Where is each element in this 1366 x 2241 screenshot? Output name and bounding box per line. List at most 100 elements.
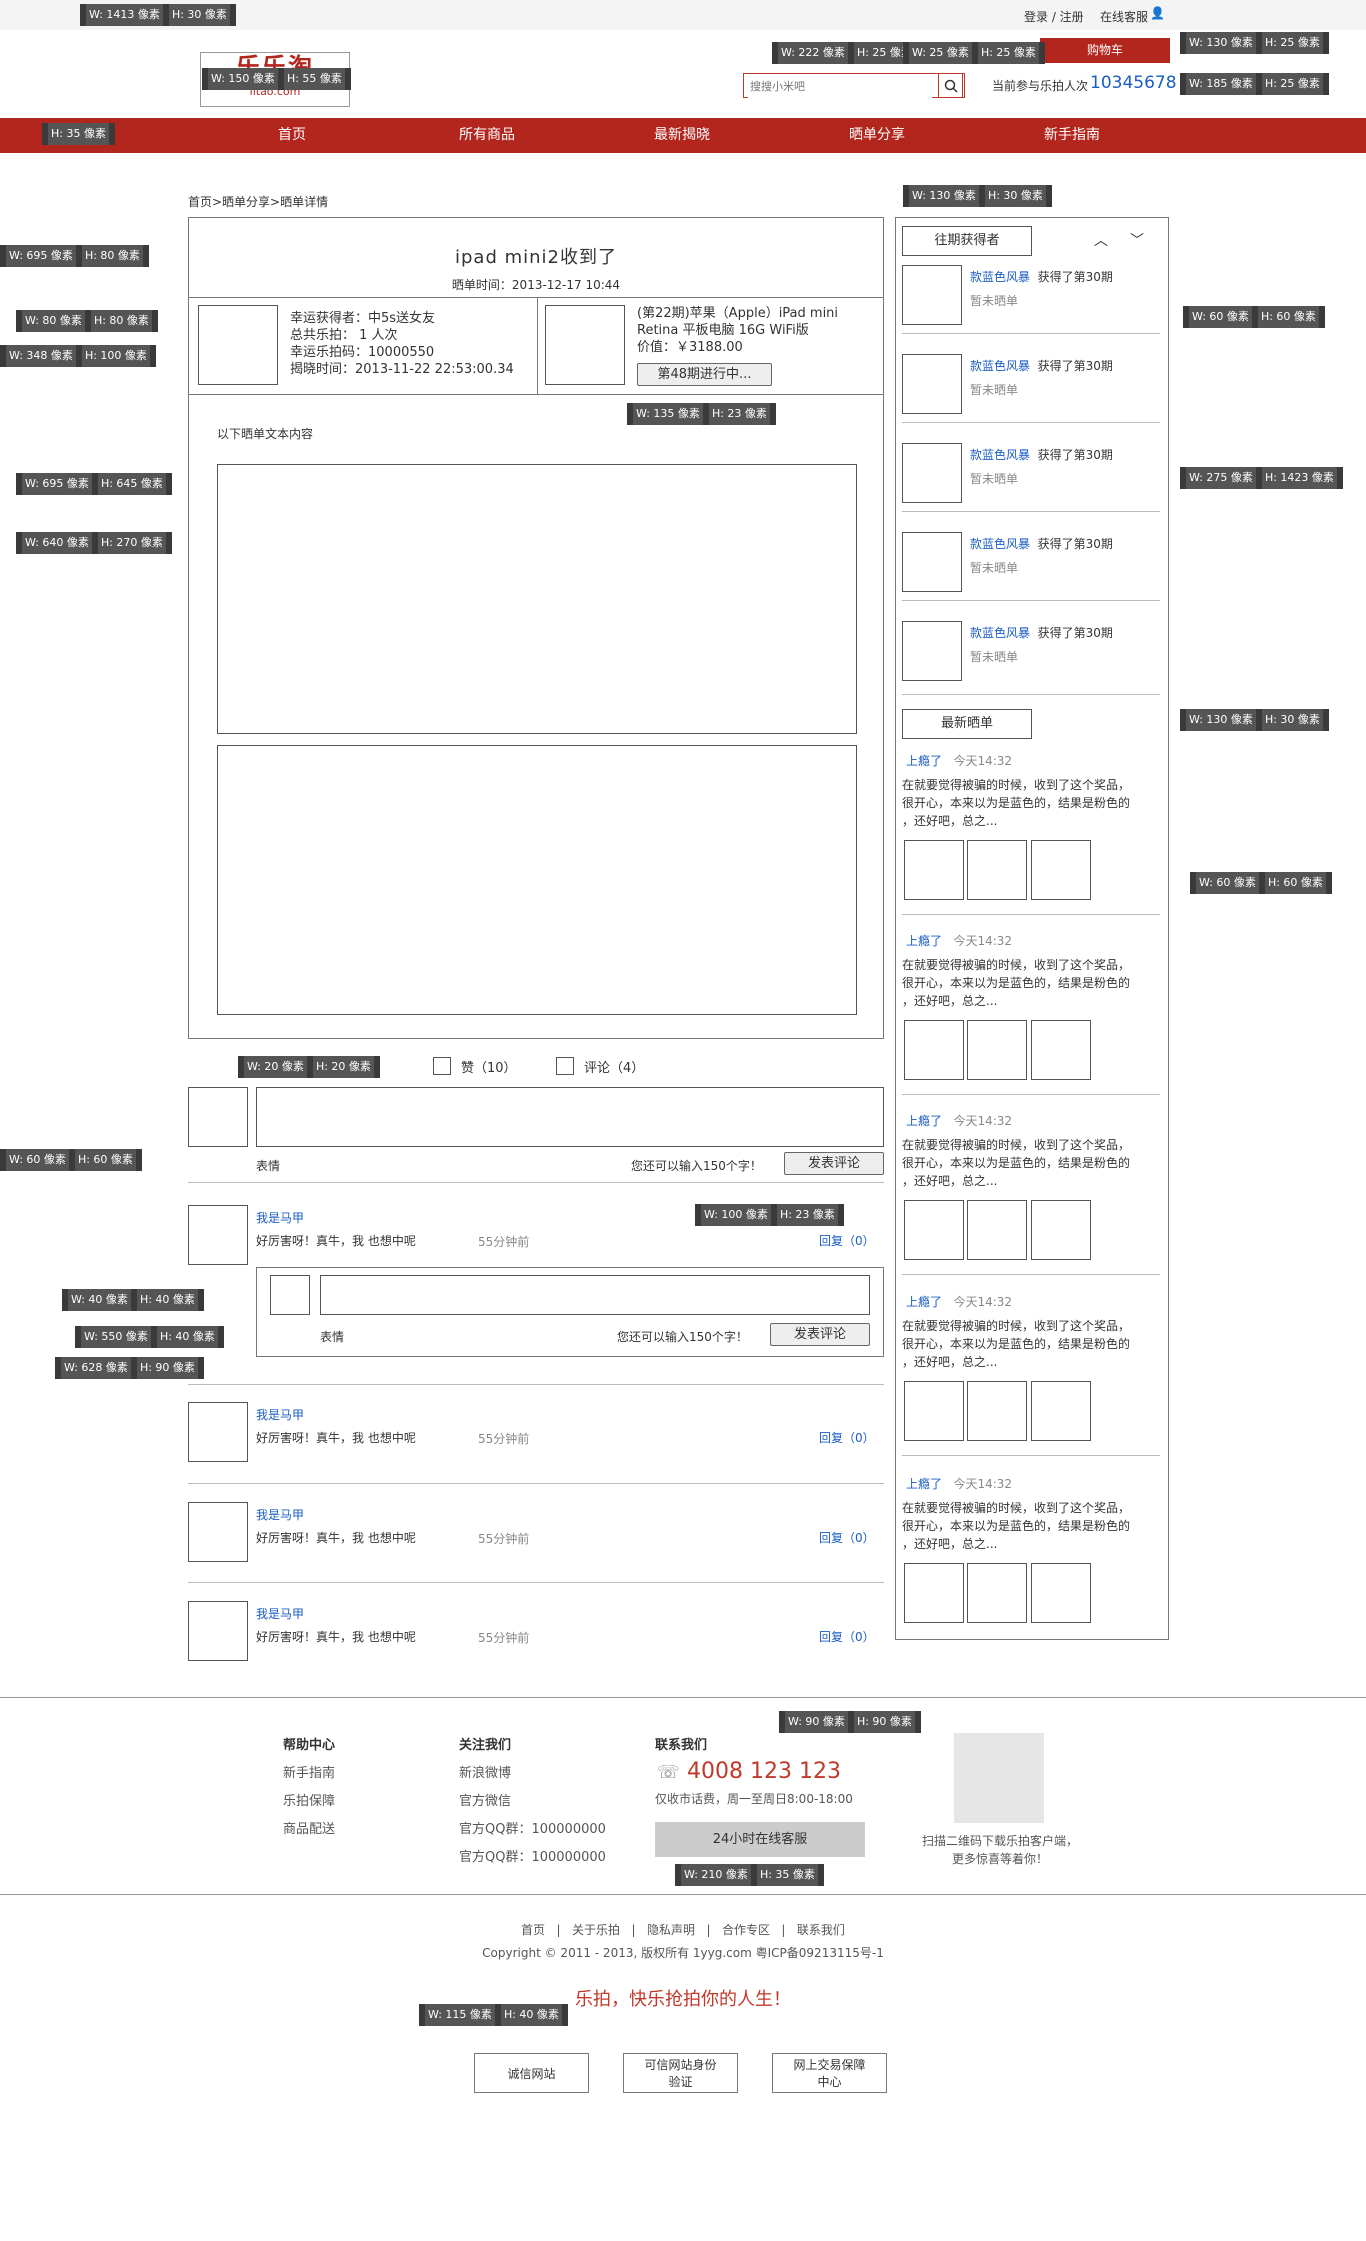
share-image[interactable] [904, 1020, 964, 1080]
online-service-link[interactable]: 在线客服 [1100, 8, 1148, 25]
reply-link[interactable]: 回复（0） [819, 1529, 875, 1546]
footer-link[interactable]: 官方QQ群：100000000 [459, 1818, 606, 1837]
comment-user[interactable]: 我是马甲 [256, 1506, 304, 1523]
comment-text: 好厉害呀！真牛，我 也想中呢 [256, 1630, 416, 1644]
bottom-link[interactable]: 联系我们 [797, 1923, 845, 1937]
comment-avatar[interactable] [188, 1502, 248, 1562]
reply-emoji-button[interactable]: 表情 [320, 1328, 344, 1345]
emoji-button[interactable]: 表情 [256, 1157, 280, 1174]
product-name[interactable]: (第22期)苹果（Apple）iPad mini Retina 平板电脑 16G… [637, 305, 857, 339]
chevron-up-icon[interactable]: ︿ [1094, 230, 1108, 250]
cart-button[interactable]: 购物车 [1040, 38, 1170, 63]
post-image-1[interactable] [217, 464, 857, 734]
footer-divider [0, 1697, 1366, 1698]
search-button[interactable] [938, 73, 963, 98]
past-winner-avatar[interactable] [902, 621, 962, 681]
trust-badge[interactable]: 诚信网站 [474, 2053, 589, 2093]
share-image[interactable] [1031, 1020, 1091, 1080]
share-image[interactable] [967, 1563, 1027, 1623]
share-image[interactable] [904, 1563, 964, 1623]
bottom-link[interactable]: 隐私声明 [647, 1923, 695, 1937]
nav-all-products[interactable]: 所有商品 [407, 118, 567, 153]
annotation-width: W: 222 像素 [778, 42, 848, 64]
comment-user[interactable]: 我是马甲 [256, 1406, 304, 1423]
past-winner-user[interactable]: 款蓝色风暴 [970, 359, 1030, 373]
bottom-link[interactable]: 首页 [521, 1923, 545, 1937]
divider [902, 511, 1160, 512]
winner-avatar[interactable] [198, 305, 278, 385]
comment-checkbox[interactable] [556, 1057, 574, 1075]
annotation-height: H: 60 像素 [74, 1149, 136, 1171]
comment-count[interactable]: 评论（4） [584, 1057, 644, 1076]
share-text: 在就要觉得被骗的时候，收到了这个奖品， 很开心，本来以为是蓝色的，结果是粉色的 ，还… [902, 776, 1164, 830]
nav-guide[interactable]: 新手指南 [992, 118, 1152, 153]
counter-label: 当前参与乐拍人次 [992, 79, 1089, 93]
product-image[interactable] [545, 305, 625, 385]
reply-link[interactable]: 回复（0） [819, 1429, 875, 1446]
share-image[interactable] [967, 840, 1027, 900]
like-checkbox[interactable] [433, 1057, 451, 1075]
share-user[interactable]: 上瘾了 [906, 934, 942, 948]
divider [188, 1582, 884, 1583]
comment-textarea[interactable] [256, 1087, 884, 1147]
search-input[interactable] [748, 75, 932, 98]
share-user[interactable]: 上瘾了 [906, 1477, 942, 1491]
footer-link[interactable]: 官方QQ群：100000000 [459, 1846, 606, 1865]
comment-avatar[interactable] [188, 1402, 248, 1462]
share-image[interactable] [904, 1200, 964, 1260]
post-image-2[interactable] [217, 745, 857, 1015]
footer-link[interactable]: 新浪微博 [459, 1762, 511, 1781]
like-count[interactable]: 赞（10） [461, 1057, 517, 1076]
bottom-link[interactable]: 关于乐拍 [572, 1923, 620, 1937]
submit-comment-button[interactable]: 发表评论 [784, 1152, 884, 1175]
reply-link[interactable]: 回复（0） [819, 1628, 875, 1645]
footer-link[interactable]: 乐拍保障 [283, 1790, 335, 1809]
comment-user[interactable]: 我是马甲 [256, 1209, 304, 1226]
past-winner-user[interactable]: 款蓝色风暴 [970, 270, 1030, 284]
nav-share[interactable]: 晒单分享 [797, 118, 957, 153]
login-register-link[interactable]: 登录 / 注册 [1024, 8, 1084, 25]
share-user[interactable]: 上瘾了 [906, 1114, 942, 1128]
footer-link[interactable]: 新手指南 [283, 1762, 335, 1781]
past-winner-avatar[interactable] [902, 265, 962, 325]
share-image[interactable] [967, 1020, 1027, 1080]
service-icon: 👤 [1150, 6, 1165, 20]
past-winner-avatar[interactable] [902, 532, 962, 592]
nav-latest-reveal[interactable]: 最新揭晓 [602, 118, 762, 153]
breadcrumb[interactable]: 首页>晒单分享>晒单详情 [188, 193, 328, 210]
share-image[interactable] [1031, 1563, 1091, 1623]
annotation-height: H: 20 像素 [312, 1056, 374, 1078]
dimension-annotation: W: 210 像素 H: 35 像素 [675, 1864, 824, 1886]
footer-link[interactable]: 商品配送 [283, 1818, 335, 1837]
share-user[interactable]: 上瘾了 [906, 1295, 942, 1309]
reply-link[interactable]: 回复（0） [819, 1232, 875, 1249]
annotation-width: W: 348 像素 [6, 345, 76, 367]
comment-avatar[interactable] [188, 1601, 248, 1661]
trust-badge[interactable]: 网上交易保障中心 [772, 2053, 887, 2093]
past-winner-user[interactable]: 款蓝色风暴 [970, 537, 1030, 551]
annotation-height: H: 80 像素 [81, 245, 143, 267]
comment-user[interactable]: 我是马甲 [256, 1605, 304, 1622]
footer-link[interactable]: 官方微信 [459, 1790, 511, 1809]
nav-home[interactable]: 首页 [212, 118, 372, 153]
share-image[interactable] [967, 1381, 1027, 1441]
past-winner-user[interactable]: 款蓝色风暴 [970, 626, 1030, 640]
online-service-button[interactable]: 24小时在线客服 [655, 1822, 865, 1857]
past-winner-avatar[interactable] [902, 443, 962, 503]
past-winner-user[interactable]: 款蓝色风暴 [970, 448, 1030, 462]
share-image[interactable] [1031, 840, 1091, 900]
chevron-down-icon[interactable]: ﹀ [1130, 230, 1144, 250]
share-image[interactable] [904, 1381, 964, 1441]
period-button[interactable]: 第48期进行中... [637, 363, 772, 386]
submit-reply-button[interactable]: 发表评论 [770, 1323, 870, 1346]
share-image[interactable] [967, 1200, 1027, 1260]
reply-textarea[interactable] [320, 1275, 870, 1315]
past-winner-avatar[interactable] [902, 354, 962, 414]
share-user[interactable]: 上瘾了 [906, 754, 942, 768]
comment-avatar[interactable] [188, 1205, 248, 1265]
share-image[interactable] [904, 840, 964, 900]
share-image[interactable] [1031, 1381, 1091, 1441]
share-image[interactable] [1031, 1200, 1091, 1260]
bottom-link[interactable]: 合作专区 [722, 1923, 770, 1937]
trust-badge[interactable]: 可信网站身份验证 [623, 2053, 738, 2093]
